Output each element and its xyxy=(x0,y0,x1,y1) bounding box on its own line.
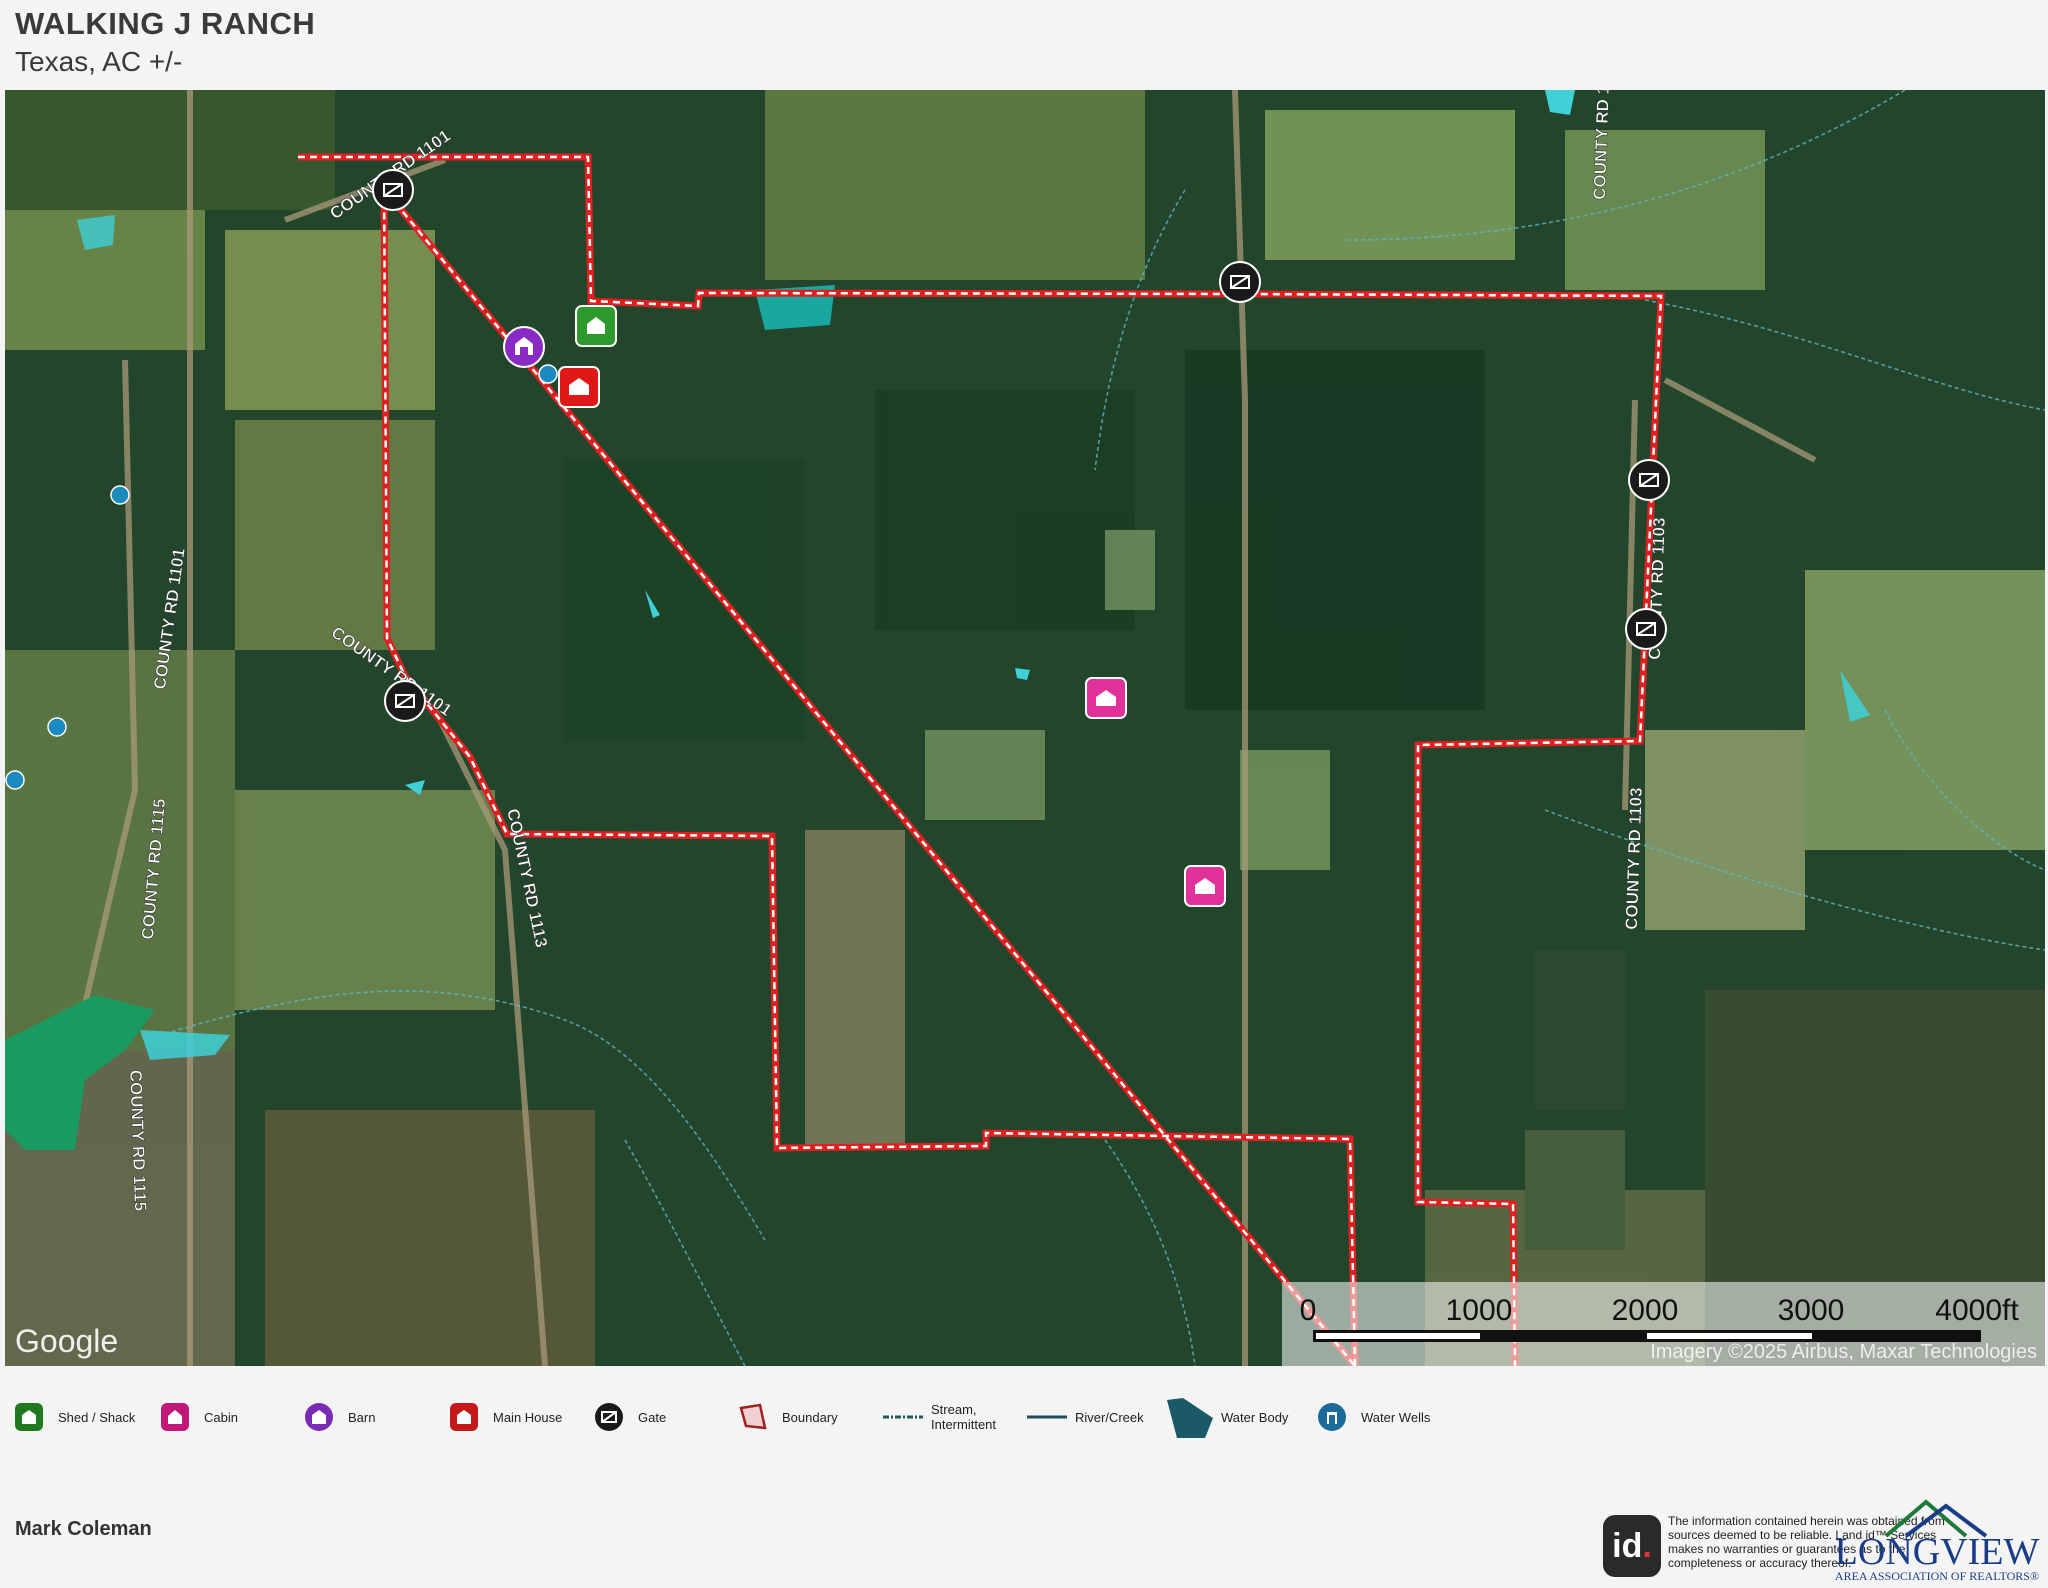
imagery-attribution: Imagery ©2025 Airbus, Maxar Technologies xyxy=(1650,1341,2037,1363)
gate-marker[interactable] xyxy=(1219,261,1261,303)
legend-label: Cabin xyxy=(204,1409,238,1425)
longview-brand: LONGVIEW xyxy=(1835,1531,2040,1573)
cabin-icon xyxy=(160,1402,190,1432)
legend-label: Main House xyxy=(493,1409,563,1425)
legend-item-water-wells: Water Wells xyxy=(1317,1396,1430,1438)
scale-bar: 0 1000 2000 3000 4000ft Imagery ©2025 Ai… xyxy=(1282,1282,2045,1366)
water-well-marker[interactable] xyxy=(5,770,25,790)
legend-label: Stream, Intermittent xyxy=(931,1402,997,1432)
satellite-map[interactable]: COUNTY RD 1101 COUNTY RD 1101 COUNTY RD … xyxy=(5,90,2045,1366)
map-title: WALKING J RANCH xyxy=(15,6,316,41)
cabin-marker[interactable] xyxy=(1184,865,1226,907)
legend-label: Barn xyxy=(348,1409,376,1425)
scale-tick: 3000 xyxy=(1778,1294,1845,1327)
longview-brand-sub: AREA ASSOCIATION OF REALTORS® xyxy=(1835,1569,2039,1583)
legend-label: River/Creek xyxy=(1075,1409,1144,1425)
map-legend: Shed / Shack Cabin Barn Main House Gate … xyxy=(0,1396,2048,1446)
shed-icon xyxy=(14,1402,44,1432)
gate-marker[interactable] xyxy=(384,680,426,722)
legend-item-cabin: Cabin xyxy=(160,1396,238,1438)
legend-label: Shed / Shack xyxy=(58,1409,136,1425)
cabin-marker[interactable] xyxy=(1085,677,1127,719)
legend-item-barn: Barn xyxy=(304,1396,375,1438)
main-house-icon xyxy=(449,1402,479,1432)
agent-name: Mark Coleman xyxy=(15,1518,152,1540)
water-body-icon xyxy=(1165,1396,1215,1438)
land-id-logo-text: id xyxy=(1612,1526,1643,1565)
longview-realtors-logo: LONGVIEW AREA ASSOCIATION OF REALTORS® xyxy=(1826,1496,2048,1583)
scale-tick: 2000 xyxy=(1612,1294,1679,1327)
barn-icon xyxy=(304,1402,334,1432)
water-well-marker[interactable] xyxy=(110,485,130,505)
stream-icon xyxy=(883,1402,923,1432)
legend-item-gate: Gate xyxy=(594,1396,666,1438)
water-well-marker[interactable] xyxy=(538,364,558,384)
river-icon xyxy=(1027,1402,1067,1432)
boundary-icon xyxy=(738,1402,768,1432)
legend-item-river: River/Creek xyxy=(1027,1396,1144,1438)
shed-marker[interactable] xyxy=(575,305,617,347)
gate-marker[interactable] xyxy=(1625,608,1667,650)
main-house-marker[interactable] xyxy=(558,366,600,408)
legend-label: Water Wells xyxy=(1361,1409,1431,1425)
legend-item-water-body: Water Body xyxy=(1165,1396,1288,1438)
scale-tick: 4000ft xyxy=(1935,1294,2019,1327)
scale-tick: 0 xyxy=(1300,1294,1317,1327)
scale-tick: 1000 xyxy=(1446,1294,1513,1327)
map-subtitle: Texas, AC +/- xyxy=(15,46,183,77)
gate-marker[interactable] xyxy=(1628,459,1670,501)
legend-item-boundary: Boundary xyxy=(738,1396,838,1438)
legend-item-shed: Shed / Shack xyxy=(14,1396,135,1438)
barn-marker[interactable] xyxy=(503,326,545,368)
google-logo: Google xyxy=(15,1323,118,1359)
water-well-marker[interactable] xyxy=(47,717,67,737)
legend-item-main-house: Main House xyxy=(449,1396,562,1438)
legend-label: Boundary xyxy=(782,1409,838,1425)
legend-item-stream: Stream, Intermittent xyxy=(883,1396,996,1438)
water-well-icon xyxy=(1317,1402,1347,1432)
gate-marker[interactable] xyxy=(372,169,414,211)
legend-label: Gate xyxy=(638,1409,667,1425)
legend-label: Water Body xyxy=(1221,1409,1289,1425)
gate-icon xyxy=(594,1402,624,1432)
land-id-logo: id. xyxy=(1603,1515,1661,1577)
